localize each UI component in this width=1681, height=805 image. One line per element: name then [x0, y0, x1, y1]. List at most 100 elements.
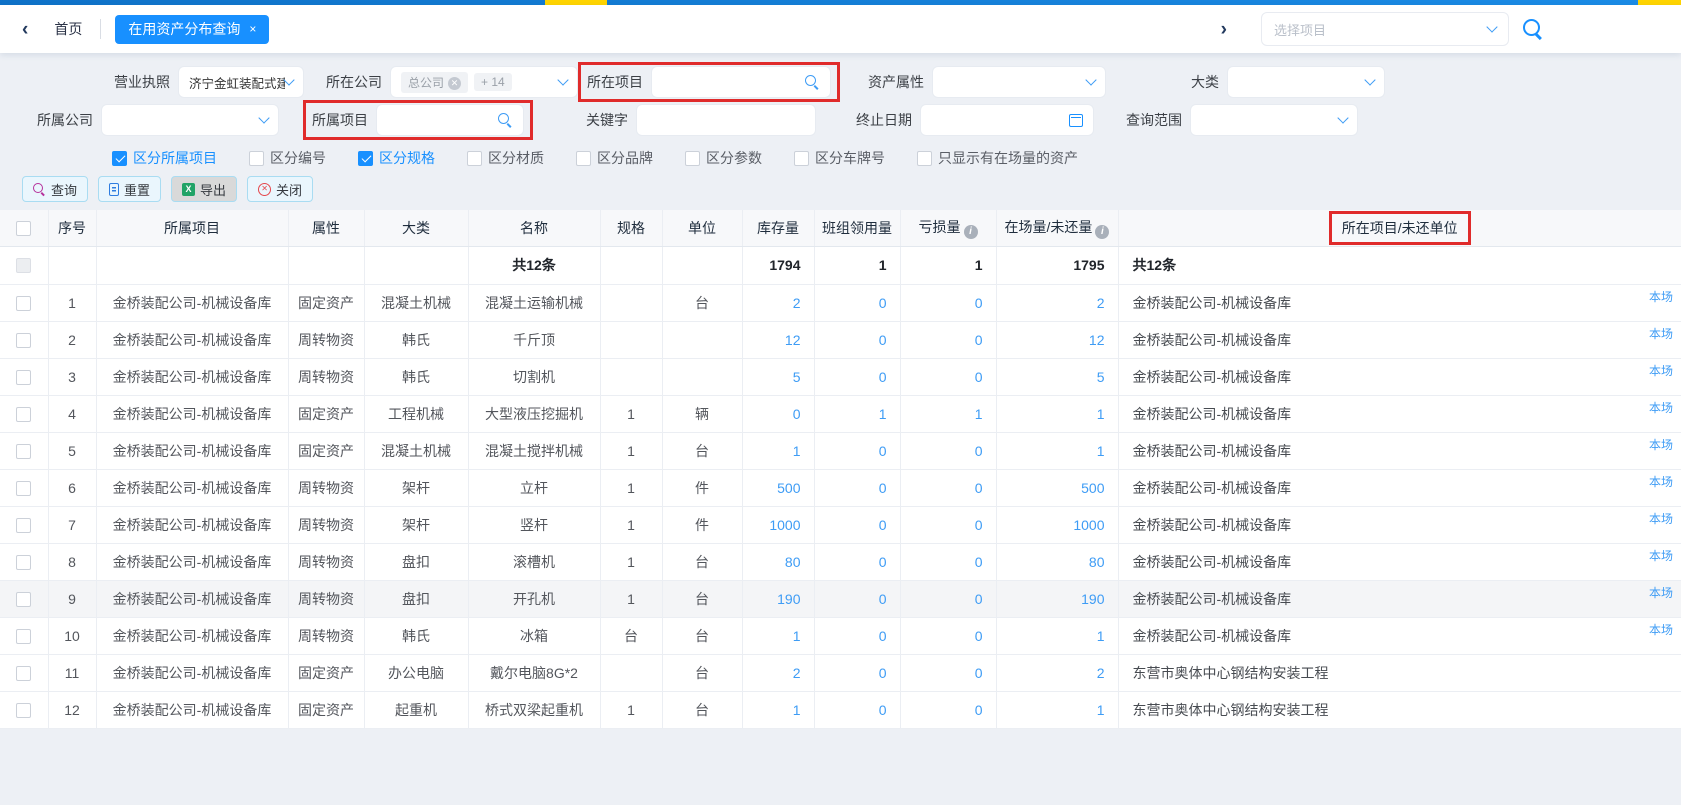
checkbox-icon[interactable]: [358, 151, 373, 166]
asset-attribute-select[interactable]: [932, 66, 1106, 98]
summary-cell-spec: [600, 246, 662, 284]
cell-loss: 0: [900, 432, 996, 469]
table-row-9[interactable]: 9金桥装配公司-机械设备库周转物资盘扣开孔机1台19000190金桥装配公司-机…: [0, 580, 1681, 617]
search-icon[interactable]: [498, 113, 513, 128]
major-category-select[interactable]: [1227, 66, 1385, 98]
row-checkbox[interactable]: [16, 629, 31, 644]
row-checkbox[interactable]: [16, 481, 31, 496]
cell-unit: 台: [662, 654, 742, 691]
onsite-link[interactable]: 本场: [1649, 325, 1673, 342]
table-row-1[interactable]: 1金桥装配公司-机械设备库固定资产混凝土机械混凝土运输机械台2002金桥装配公司…: [0, 284, 1681, 321]
table-row-4[interactable]: 4金桥装配公司-机械设备库固定资产工程机械大型液压挖掘机1辆0111金桥装配公司…: [0, 395, 1681, 432]
cell-project: 金桥装配公司-机械设备库: [96, 432, 288, 469]
distinguish-option-3[interactable]: 区分规格: [358, 148, 435, 168]
onsite-link[interactable]: 本场: [1649, 399, 1673, 416]
row-checkbox[interactable]: [16, 370, 31, 385]
query-button[interactable]: 查询: [22, 176, 88, 202]
tabs-scroll-left-icon[interactable]: ‹: [22, 20, 28, 39]
checkbox-icon[interactable]: [112, 151, 127, 166]
assets-table-container: 序号所属项目属性大类名称规格单位库存量班组领用量亏损量在场量/未还量所在项目/未…: [0, 210, 1681, 729]
table-row-10[interactable]: 10金桥装配公司-机械设备库周转物资韩氏冰箱台台1001金桥装配公司-机械设备库…: [0, 617, 1681, 654]
cell-no: 1: [48, 284, 96, 321]
distinguish-option-4[interactable]: 区分材质: [467, 148, 544, 168]
table-row-2[interactable]: 2金桥装配公司-机械设备库周转物资韩氏千斤顶120012金桥装配公司-机械设备库…: [0, 321, 1681, 358]
cell-team: 0: [814, 321, 900, 358]
onsite-link[interactable]: 本场: [1649, 436, 1673, 453]
cell-onsite: 1: [996, 691, 1118, 728]
onsite-link[interactable]: 本场: [1649, 584, 1673, 601]
cell-no: 5: [48, 432, 96, 469]
row-checkbox[interactable]: [16, 592, 31, 607]
distinguish-option-2[interactable]: 区分编号: [249, 148, 326, 168]
table-row-11[interactable]: 11金桥装配公司-机械设备库固定资产办公电脑戴尔电脑8G*2台2002东营市奥体…: [0, 654, 1681, 691]
info-icon[interactable]: [1095, 225, 1109, 239]
distinguish-option-6[interactable]: 区分参数: [685, 148, 762, 168]
keyword-input[interactable]: [636, 104, 816, 136]
onsite-link[interactable]: 本场: [1649, 621, 1673, 638]
located-project-search-input[interactable]: [651, 66, 831, 98]
tab-home[interactable]: 首页: [54, 19, 82, 39]
row-checkbox[interactable]: [16, 296, 31, 311]
table-row-3[interactable]: 3金桥装配公司-机械设备库周转物资韩氏切割机5005金桥装配公司-机械设备库本场: [0, 358, 1681, 395]
table-row-12[interactable]: 12金桥装配公司-机械设备库固定资产起重机桥式双梁起重机1台1001东营市奥体中…: [0, 691, 1681, 728]
checkbox-icon[interactable]: [249, 151, 264, 166]
row-checkbox[interactable]: [16, 407, 31, 422]
tab-active-asset-query[interactable]: 在用资产分布查询 ×: [115, 15, 269, 44]
row-checkbox[interactable]: [16, 333, 31, 348]
checkbox-icon[interactable]: [576, 151, 591, 166]
cell-name: 千斤顶: [468, 321, 600, 358]
cell-location: 金桥装配公司-机械设备库本场: [1118, 543, 1681, 580]
located-company-select[interactable]: 总公司 + 14: [390, 66, 578, 98]
select-all-checkbox[interactable]: [16, 221, 31, 236]
belong-project-search-input[interactable]: [376, 104, 524, 136]
table-row-8[interactable]: 8金桥装配公司-机械设备库周转物资盘扣滚槽机1台800080金桥装配公司-机械设…: [0, 543, 1681, 580]
onsite-link[interactable]: 本场: [1649, 473, 1673, 490]
distinguish-option-5[interactable]: 区分品牌: [576, 148, 653, 168]
onsite-link[interactable]: 本场: [1649, 547, 1673, 564]
tab-close-icon[interactable]: ×: [249, 23, 256, 35]
end-date-input[interactable]: [920, 104, 1094, 136]
cell-loss: 0: [900, 617, 996, 654]
cell-stock: 2: [742, 284, 814, 321]
column-label: 规格: [617, 220, 645, 236]
onsite-link[interactable]: 本场: [1649, 362, 1673, 379]
tag-remove-icon[interactable]: [448, 77, 461, 90]
distinguish-option-7[interactable]: 区分车牌号: [794, 148, 885, 168]
row-checkbox[interactable]: [16, 703, 31, 718]
onsite-link[interactable]: 本场: [1649, 288, 1673, 305]
onsite-link[interactable]: 本场: [1649, 510, 1673, 527]
distinguish-option-1[interactable]: 区分所属项目: [112, 148, 217, 168]
tabs-scroll-right-icon[interactable]: ›: [1221, 20, 1227, 39]
project-select[interactable]: 选择项目: [1261, 12, 1509, 46]
distinguish-option-8[interactable]: 只显示有在场量的资产: [917, 148, 1078, 168]
table-row-5[interactable]: 5金桥装配公司-机械设备库固定资产混凝土机械混凝土搅拌机械1台1001金桥装配公…: [0, 432, 1681, 469]
cell-spec: [600, 321, 662, 358]
business-license-select[interactable]: 济宁金虹装配式建筑科技: [178, 66, 304, 98]
belong-company-select[interactable]: [101, 104, 279, 136]
info-icon[interactable]: [964, 225, 978, 239]
checkbox-icon[interactable]: [467, 151, 482, 166]
checkbox-icon[interactable]: [685, 151, 700, 166]
calendar-icon[interactable]: [1069, 114, 1083, 127]
action-buttons-row: 查询 重置 导出 关闭: [0, 176, 1681, 202]
cell-project: 金桥装配公司-机械设备库: [96, 691, 288, 728]
search-icon[interactable]: [1523, 19, 1543, 39]
table-row-7[interactable]: 7金桥装配公司-机械设备库周转物资架杆竖杆1件1000001000金桥装配公司-…: [0, 506, 1681, 543]
row-checkbox[interactable]: [16, 518, 31, 533]
row-checkbox[interactable]: [16, 444, 31, 459]
cell-category: 混凝土机械: [364, 432, 468, 469]
checkbox-icon[interactable]: [917, 151, 932, 166]
search-icon[interactable]: [805, 75, 820, 90]
export-button[interactable]: 导出: [171, 176, 237, 202]
checkbox-icon[interactable]: [794, 151, 809, 166]
table-row-6[interactable]: 6金桥装配公司-机械设备库周转物资架杆立杆1件50000500金桥装配公司-机械…: [0, 469, 1681, 506]
column-header-project: 所属项目: [96, 210, 288, 246]
cell-name: 混凝土运输机械: [468, 284, 600, 321]
cell-stock: 80: [742, 543, 814, 580]
close-button[interactable]: 关闭: [247, 176, 313, 202]
row-checkbox[interactable]: [16, 666, 31, 681]
cell-project: 金桥装配公司-机械设备库: [96, 543, 288, 580]
reset-button[interactable]: 重置: [98, 176, 161, 202]
query-scope-select[interactable]: [1190, 104, 1358, 136]
row-checkbox[interactable]: [16, 555, 31, 570]
